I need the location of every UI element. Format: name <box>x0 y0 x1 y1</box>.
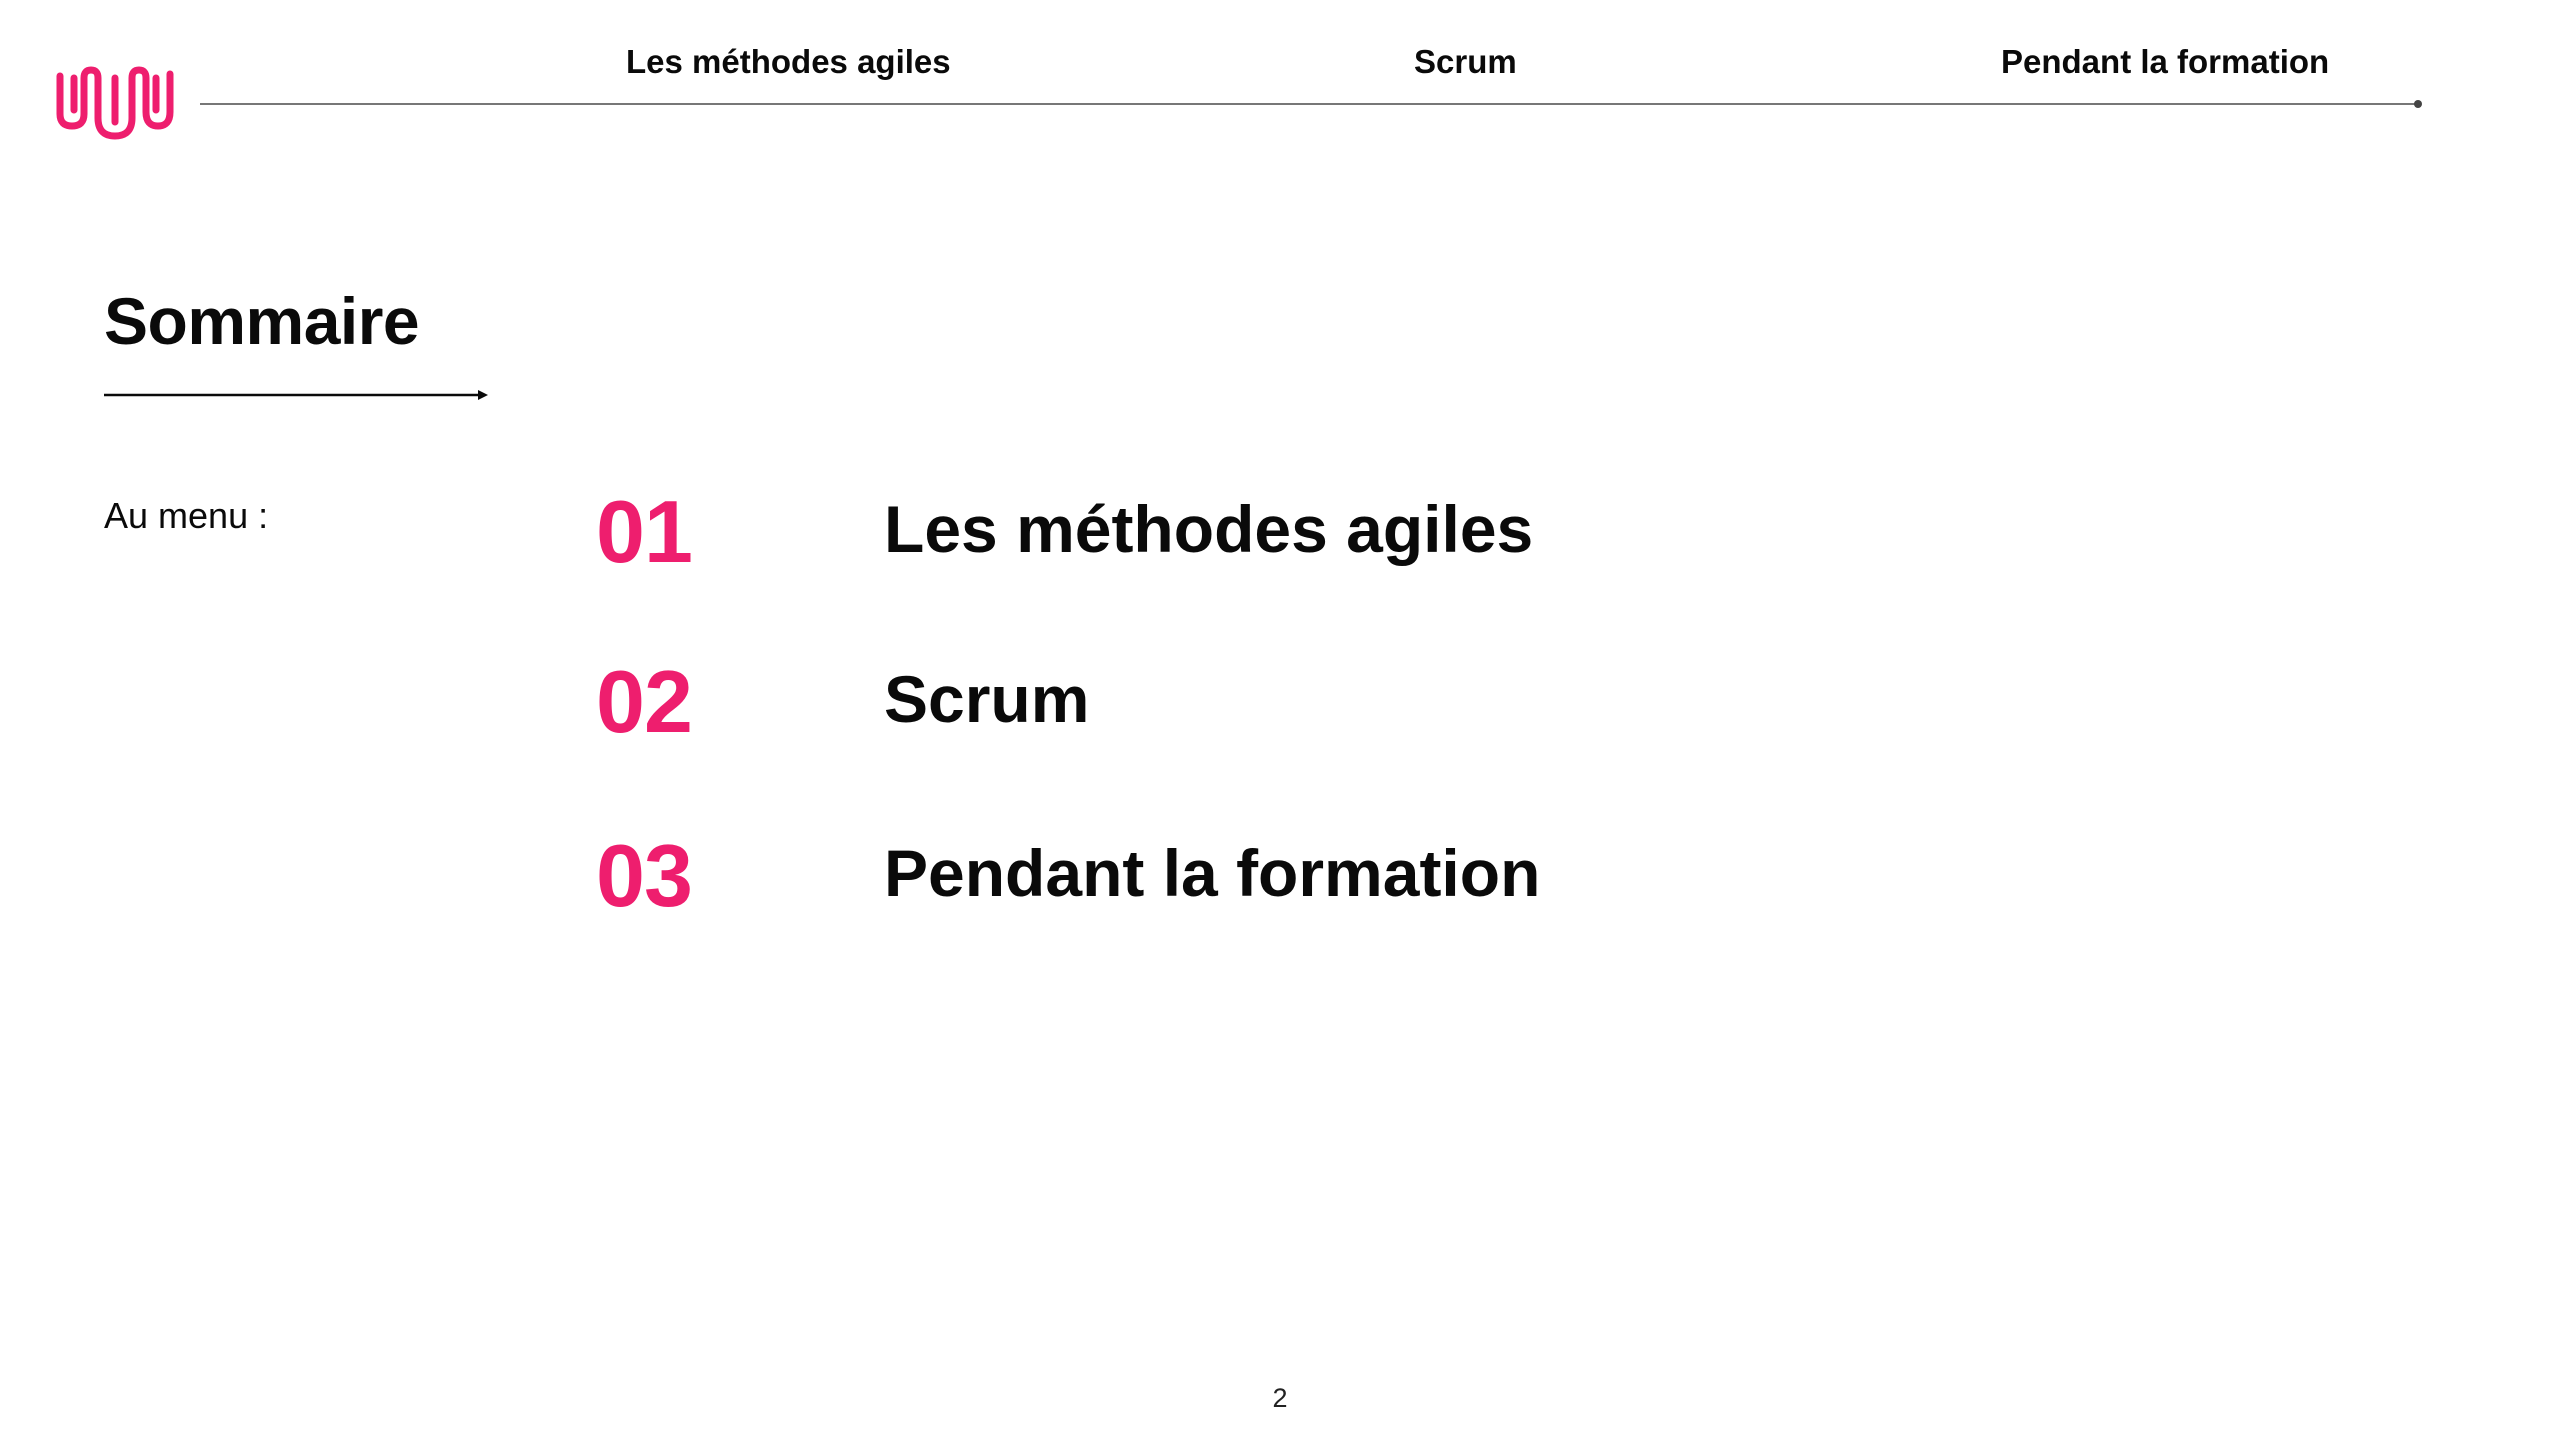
nav-item-pendant-la-formation[interactable]: Pendant la formation <box>2001 40 2329 84</box>
toc-number: 02 <box>596 652 693 751</box>
page-title: Sommaire <box>104 284 420 358</box>
header-divider <box>200 103 2418 105</box>
toc-number: 01 <box>596 482 693 581</box>
menu-subtitle: Au menu : <box>104 495 269 536</box>
brand-logo-icon <box>56 66 174 140</box>
toc-number: 03 <box>596 826 693 925</box>
arrow-right-icon <box>104 390 488 400</box>
header-divider-end-dot <box>2414 100 2422 108</box>
toc-label[interactable]: Scrum <box>884 659 1089 739</box>
nav-item-methodes-agiles[interactable]: Les méthodes agiles <box>626 40 951 84</box>
toc-label[interactable]: Pendant la formation <box>884 833 1540 913</box>
nav-item-scrum[interactable]: Scrum <box>1414 40 1517 84</box>
toc-label[interactable]: Les méthodes agiles <box>884 489 1533 569</box>
page-number: 2 <box>1272 1383 1288 1413</box>
